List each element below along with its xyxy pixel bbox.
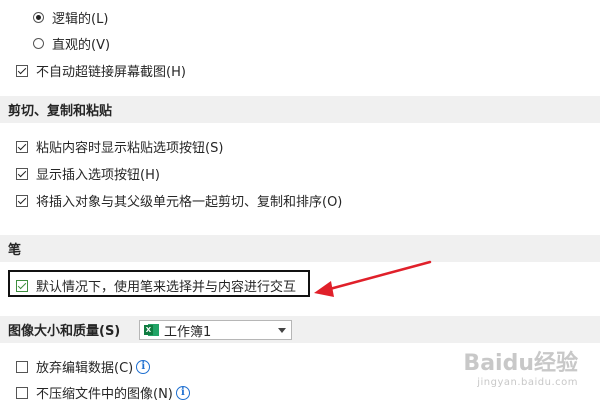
no-compress-option[interactable]: 不压缩文件中的图像(N) i	[16, 383, 190, 402]
workbook-select-value: 工作簿1	[164, 324, 212, 340]
watermark-brand: Baidu经验	[463, 351, 578, 376]
chevron-down-icon[interactable]	[278, 328, 286, 333]
info-icon[interactable]: i	[175, 385, 190, 400]
discard-editing-option[interactable]: 放弃编辑数据(C) i	[16, 357, 151, 376]
arrow-shaft	[324, 260, 432, 292]
section-title-image-quality: 图像大小和质量(S)	[8, 324, 121, 339]
section-header-image-quality: 图像大小和质量(S)	[0, 316, 600, 343]
discard-editing-label: 放弃编辑数据(C)	[36, 361, 134, 376]
discard-editing-checkbox[interactable]	[16, 360, 28, 373]
info-icon[interactable]: i	[136, 359, 151, 374]
excel-icon: X	[144, 323, 160, 337]
baidu-watermark: Baidu经验 jingyan.baidu.com	[463, 353, 578, 388]
no-compress-label: 不压缩文件中的图像(N)	[36, 387, 173, 402]
no-compress-checkbox[interactable]	[16, 386, 28, 399]
arrow-head	[314, 281, 334, 297]
workbook-select[interactable]: X 工作簿1	[139, 320, 292, 340]
watermark-url: jingyan.baidu.com	[477, 377, 578, 388]
